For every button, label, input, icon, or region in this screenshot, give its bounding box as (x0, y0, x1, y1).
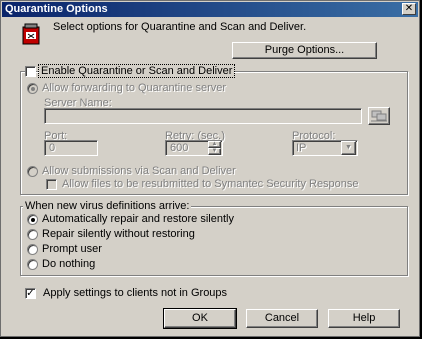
retry-down-button[interactable]: ▼ (208, 148, 221, 155)
auto-repair-label: Automatically repair and restore silentl… (42, 213, 234, 225)
protocol-select[interactable]: IP ▼ (292, 140, 358, 156)
protocol-dropdown-button[interactable]: ▼ (341, 141, 356, 155)
auto-repair-radio[interactable] (27, 214, 38, 225)
submissions-radio[interactable] (27, 166, 38, 177)
purge-options-button[interactable]: Purge Options... (232, 42, 377, 59)
cancel-button[interactable]: Cancel (246, 309, 318, 328)
submissions-radio-label: Allow submissions via Scan and Deliver (42, 165, 236, 177)
quarantine-icon (22, 23, 40, 45)
prompt-user-label: Prompt user (42, 243, 102, 255)
chevron-down-icon: ▼ (345, 144, 352, 151)
arrow-down-icon: ▼ (211, 148, 218, 154)
repair-no-restore-radio[interactable] (27, 229, 38, 240)
resubmit-label: Allow files to be resubmitted to Symante… (62, 178, 359, 190)
browse-server-button[interactable] (368, 107, 390, 125)
port-input[interactable]: 0 (44, 140, 98, 156)
do-nothing-label: Do nothing (42, 258, 96, 270)
forward-radio-label: Allow forwarding to Quarantine server (42, 82, 227, 94)
apply-settings-checkbox[interactable]: ✓ (25, 288, 36, 299)
header-text: Select options for Quarantine and Scan a… (53, 21, 307, 33)
network-browse-icon (371, 110, 387, 122)
resubmit-checkbox[interactable] (46, 179, 57, 190)
ok-button[interactable]: OK (163, 308, 237, 329)
server-name-input[interactable] (44, 108, 362, 124)
virus-definitions-label: When new virus definitions arrive: (23, 200, 192, 212)
window-title: Quarantine Options (5, 3, 108, 15)
apply-settings-label: Apply settings to clients not in Groups (43, 287, 228, 299)
retry-input[interactable]: 600 ▲ ▼ (165, 140, 223, 156)
do-nothing-radio[interactable] (27, 259, 38, 270)
repair-no-restore-label: Repair silently without restoring (42, 228, 195, 240)
close-icon: ✕ (404, 3, 414, 14)
retry-up-button[interactable]: ▲ (208, 141, 221, 148)
forward-radio[interactable] (27, 83, 38, 94)
prompt-user-radio[interactable] (27, 244, 38, 255)
checkmark-icon: ✓ (26, 288, 35, 299)
arrow-up-icon: ▲ (211, 141, 218, 147)
enable-quarantine-checkbox[interactable] (25, 66, 36, 77)
title-bar[interactable]: Quarantine Options ✕ (2, 2, 418, 17)
enable-quarantine-label: Enable Quarantine or Scan and Deliver (37, 64, 236, 78)
close-button[interactable]: ✕ (402, 3, 416, 15)
quarantine-options-dialog: Quarantine Options ✕ Select options for … (0, 0, 420, 337)
help-button[interactable]: Help (328, 309, 400, 328)
